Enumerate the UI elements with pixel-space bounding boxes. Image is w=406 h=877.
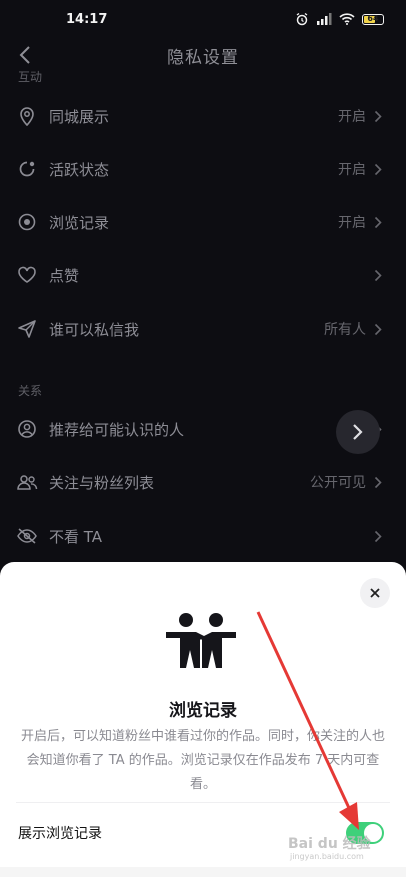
row-active-status[interactable]: 活跃状态 开启 [0,143,406,195]
paper-plane-icon [16,318,38,340]
toggle-label: 展示浏览记录 [18,826,102,842]
row-likes[interactable]: 点赞 [0,249,406,301]
section-label-interaction: 互动 [18,70,43,84]
row-value: 开启 [338,215,366,231]
chevron-right-icon [374,109,384,123]
status-time: 14:17 [66,11,108,27]
watermark: Bai du 经验 [288,836,371,852]
nav-bar: 隐私设置 [0,36,406,74]
person-circle-icon [16,418,38,440]
location-pin-icon [16,105,38,127]
battery-percent: 64 [367,13,379,23]
row-label: 活跃状态 [49,160,110,179]
watermark-sub: jingyan.baidu.com [290,852,364,861]
row-label: 点赞 [49,266,80,285]
heart-icon [16,264,38,286]
status-icons: 64 [295,12,384,26]
row-label: 推荐给可能认识的人 [49,420,185,439]
two-people-icon [166,613,236,668]
signal-icon [317,13,332,25]
close-icon [370,588,380,598]
row-label: 同城展示 [49,107,110,126]
row-dont-watch[interactable]: 不看 TA [0,510,406,562]
row-browse-history[interactable]: 浏览记录 开启 [0,196,406,248]
activity-status-icon [16,158,38,180]
row-label: 浏览记录 [49,213,110,232]
chevron-right-icon [374,322,384,336]
chevron-right-icon [374,529,384,543]
status-bar: 14:17 64 [0,0,406,38]
row-local-display[interactable]: 同城展示 开启 [0,90,406,142]
section-label-relations: 关系 [18,384,43,398]
row-value: 公开可见 [310,475,366,491]
row-who-can-message[interactable]: 谁可以私信我 所有人 [0,303,406,355]
row-label: 关注与粉丝列表 [49,473,155,492]
alarm-icon [296,12,308,26]
battery-icon: 64 [362,13,384,25]
chevron-right-icon [374,268,384,282]
chevron-right-icon [374,162,384,176]
row-follow-and-fans-list[interactable]: 关注与粉丝列表 公开可见 [0,456,406,508]
row-value: 开启 [338,162,366,178]
home-indicator-area [0,867,406,877]
sheet-description: 开启后，可以知道粉丝中谁看过你的作品。同时，你关注的人也会知道你看了 TA 的作… [20,729,385,792]
close-button[interactable] [360,578,390,608]
chevron-right-icon [353,424,363,440]
eye-off-icon [16,525,38,547]
eye-icon [16,211,38,233]
row-value: 所有人 [324,322,366,338]
chevron-right-icon [374,475,384,489]
chevron-right-icon [374,215,384,229]
back-button[interactable] [12,42,38,68]
floating-next-button[interactable] [336,410,380,454]
people-icon [16,471,38,493]
browse-history-sheet: 浏览记录 开启后，可以知道粉丝中谁看过你的作品。同时，你关注的人也会知道你看了 … [0,562,406,877]
chevron-left-icon [19,46,30,64]
sheet-title: 浏览记录 [169,701,237,721]
divider [16,802,390,803]
wifi-icon [339,13,355,25]
page-title: 隐私设置 [167,47,239,68]
row-label: 不看 TA [49,527,103,546]
row-value: 开启 [338,109,366,125]
row-label: 谁可以私信我 [49,320,140,339]
